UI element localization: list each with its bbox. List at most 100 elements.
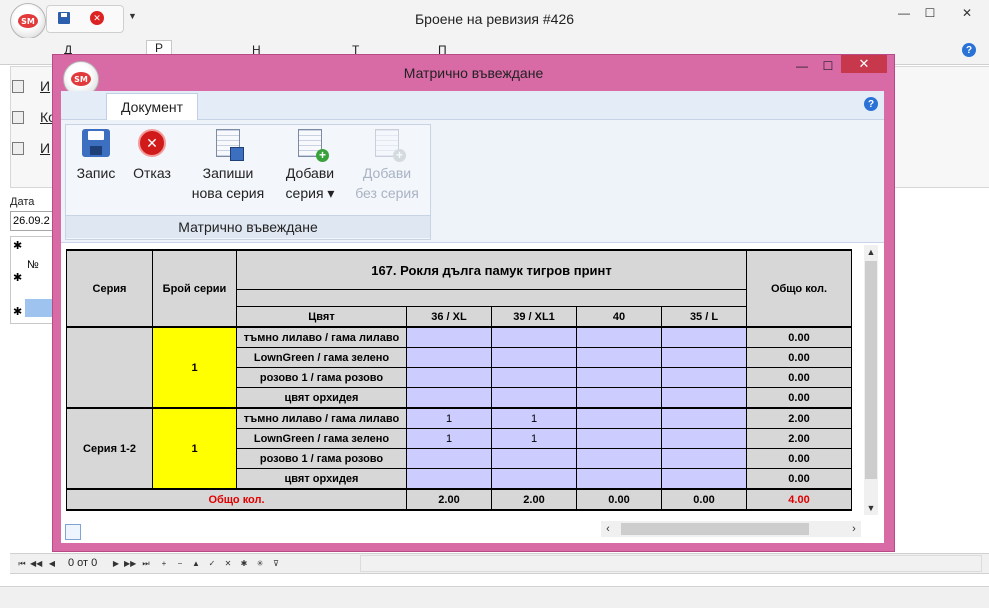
scroll-right-icon[interactable]: › <box>847 521 861 537</box>
quantity-cell[interactable]: 1 <box>406 407 492 429</box>
record-status: 0 от 0 <box>68 557 98 569</box>
cancel-icon: ✕ <box>138 129 166 157</box>
quantity-cell[interactable] <box>576 448 662 469</box>
quantity-cell[interactable]: 1 <box>491 428 577 449</box>
header-series-count: Брой серии <box>152 249 237 328</box>
series-count-cell[interactable]: 1 <box>152 407 237 490</box>
add-series-label-2: серия ▾ <box>285 185 335 201</box>
header-size: 40 <box>576 306 662 328</box>
color-cell: LownGreen / гама зелено <box>236 428 407 449</box>
quantity-cell[interactable] <box>491 448 577 469</box>
size-total-cell: 0.00 <box>576 488 662 511</box>
series-name-cell: Серия 1-2 <box>66 407 153 490</box>
next-record-icon[interactable]: ▶ <box>110 557 122 570</box>
horizontal-scroll-thumb[interactable] <box>621 523 809 535</box>
quantity-cell[interactable] <box>576 407 662 429</box>
ribbon-item-icon <box>12 80 24 93</box>
dialog-title: Матрично въвеждане <box>403 65 544 81</box>
quantity-cell[interactable] <box>406 387 492 409</box>
quantity-cell[interactable]: 1 <box>491 407 577 429</box>
cancel-button[interactable]: ✕ Отказ <box>126 129 178 183</box>
help-icon[interactable]: ? <box>962 43 976 57</box>
add-without-series-label-2: без серия <box>355 185 419 201</box>
quantity-cell[interactable] <box>406 367 492 388</box>
main-minimize-button[interactable]: — <box>892 6 916 20</box>
quantity-cell[interactable] <box>661 387 747 409</box>
last-page-icon[interactable]: ⏭ <box>140 557 152 570</box>
bookmark-icon[interactable]: ✳ <box>254 557 266 570</box>
quantity-cell[interactable] <box>491 468 577 490</box>
quantity-cell[interactable] <box>661 326 747 348</box>
quantity-cell[interactable] <box>406 448 492 469</box>
save-new-series-label-1: Запиши <box>202 165 254 181</box>
quantity-cell[interactable] <box>576 367 662 388</box>
post-record-icon[interactable]: ✓ <box>206 557 218 570</box>
save-new-series-button[interactable]: Запиши нова серия <box>182 129 274 203</box>
quantity-cell[interactable] <box>406 326 492 348</box>
series-name-cell <box>66 326 153 409</box>
series-count-cell[interactable]: 1 <box>152 326 237 409</box>
main-ribbon-item-3[interactable]: И <box>40 140 50 156</box>
grid-selected-row[interactable] <box>25 299 55 317</box>
color-cell: розово 1 / гама розово <box>236 367 407 388</box>
horizontal-scrollbar[interactable]: ‹ › <box>601 521 861 537</box>
select-all-box[interactable] <box>65 524 81 540</box>
quantity-cell[interactable] <box>576 428 662 449</box>
quantity-cell[interactable] <box>661 428 747 449</box>
quantity-cell[interactable] <box>661 468 747 490</box>
add-series-button[interactable]: Добави серия ▾ <box>274 129 346 203</box>
scroll-down-icon[interactable]: ▼ <box>864 501 878 515</box>
quantity-cell[interactable] <box>491 347 577 368</box>
row-total-cell: 2.00 <box>746 428 852 449</box>
refresh-icon[interactable]: ✱ <box>238 557 250 570</box>
vertical-scroll-thumb[interactable] <box>865 261 877 479</box>
quantity-cell[interactable]: 1 <box>406 428 492 449</box>
filter-icon[interactable]: ⊽ <box>270 557 282 570</box>
header-size: 36 / XL <box>406 306 492 328</box>
first-page-icon[interactable]: ⏮ <box>16 557 28 570</box>
quantity-cell[interactable] <box>491 326 577 348</box>
next-page-icon[interactable]: ▶▶ <box>124 557 136 570</box>
main-close-button[interactable]: ✕ <box>952 6 982 20</box>
insert-record-icon[interactable]: + <box>158 557 170 570</box>
edit-record-icon[interactable]: ▲ <box>190 557 202 570</box>
dialog-close-button[interactable]: ✕ <box>841 55 887 73</box>
quantity-cell[interactable] <box>576 347 662 368</box>
grid-add-icon <box>298 129 329 162</box>
main-window-title: Броене на ревизия #426 <box>414 11 575 27</box>
grid-save-icon <box>216 129 244 161</box>
scroll-left-icon[interactable]: ‹ <box>601 521 615 537</box>
quantity-cell[interactable] <box>491 387 577 409</box>
save-button[interactable]: Запис <box>70 129 122 183</box>
date-field[interactable]: 26.09.2 <box>10 211 56 231</box>
scroll-up-icon[interactable]: ▲ <box>864 245 878 259</box>
prev-page-icon[interactable]: ◀◀ <box>30 557 42 570</box>
help-icon[interactable]: ? <box>864 97 878 111</box>
cancel-record-icon[interactable]: ✕ <box>222 557 234 570</box>
quantity-cell[interactable] <box>661 347 747 368</box>
add-without-series-button[interactable]: Добави без серия <box>348 129 426 203</box>
ribbon-group-label: Матрично въвеждане <box>66 215 430 238</box>
main-maximize-button[interactable]: ☐ <box>918 6 942 20</box>
dialog-tab-strip: Документ ? <box>61 91 884 121</box>
vertical-scrollbar[interactable]: ▲ ▼ <box>864 245 878 515</box>
quantity-cell[interactable] <box>406 468 492 490</box>
main-ribbon-item-1[interactable]: И <box>40 78 50 94</box>
prev-record-icon[interactable]: ◀ <box>46 557 58 570</box>
quantity-cell[interactable] <box>661 367 747 388</box>
row-total-cell: 0.00 <box>746 367 852 388</box>
dialog-maximize-button[interactable]: ☐ <box>813 57 843 75</box>
quantity-cell[interactable] <box>661 448 747 469</box>
quantity-cell[interactable] <box>491 367 577 388</box>
header-spacer <box>236 289 747 307</box>
delete-record-icon[interactable]: − <box>174 557 186 570</box>
main-horizontal-scrollbar[interactable] <box>360 555 982 572</box>
quantity-cell[interactable] <box>406 347 492 368</box>
quantity-cell[interactable] <box>661 407 747 429</box>
tab-document[interactable]: Документ <box>106 93 198 121</box>
quantity-cell[interactable] <box>576 387 662 409</box>
add-without-series-label-1: Добави <box>362 165 412 181</box>
quantity-cell[interactable] <box>576 468 662 490</box>
row-total-cell: 0.00 <box>746 448 852 469</box>
quantity-cell[interactable] <box>576 326 662 348</box>
